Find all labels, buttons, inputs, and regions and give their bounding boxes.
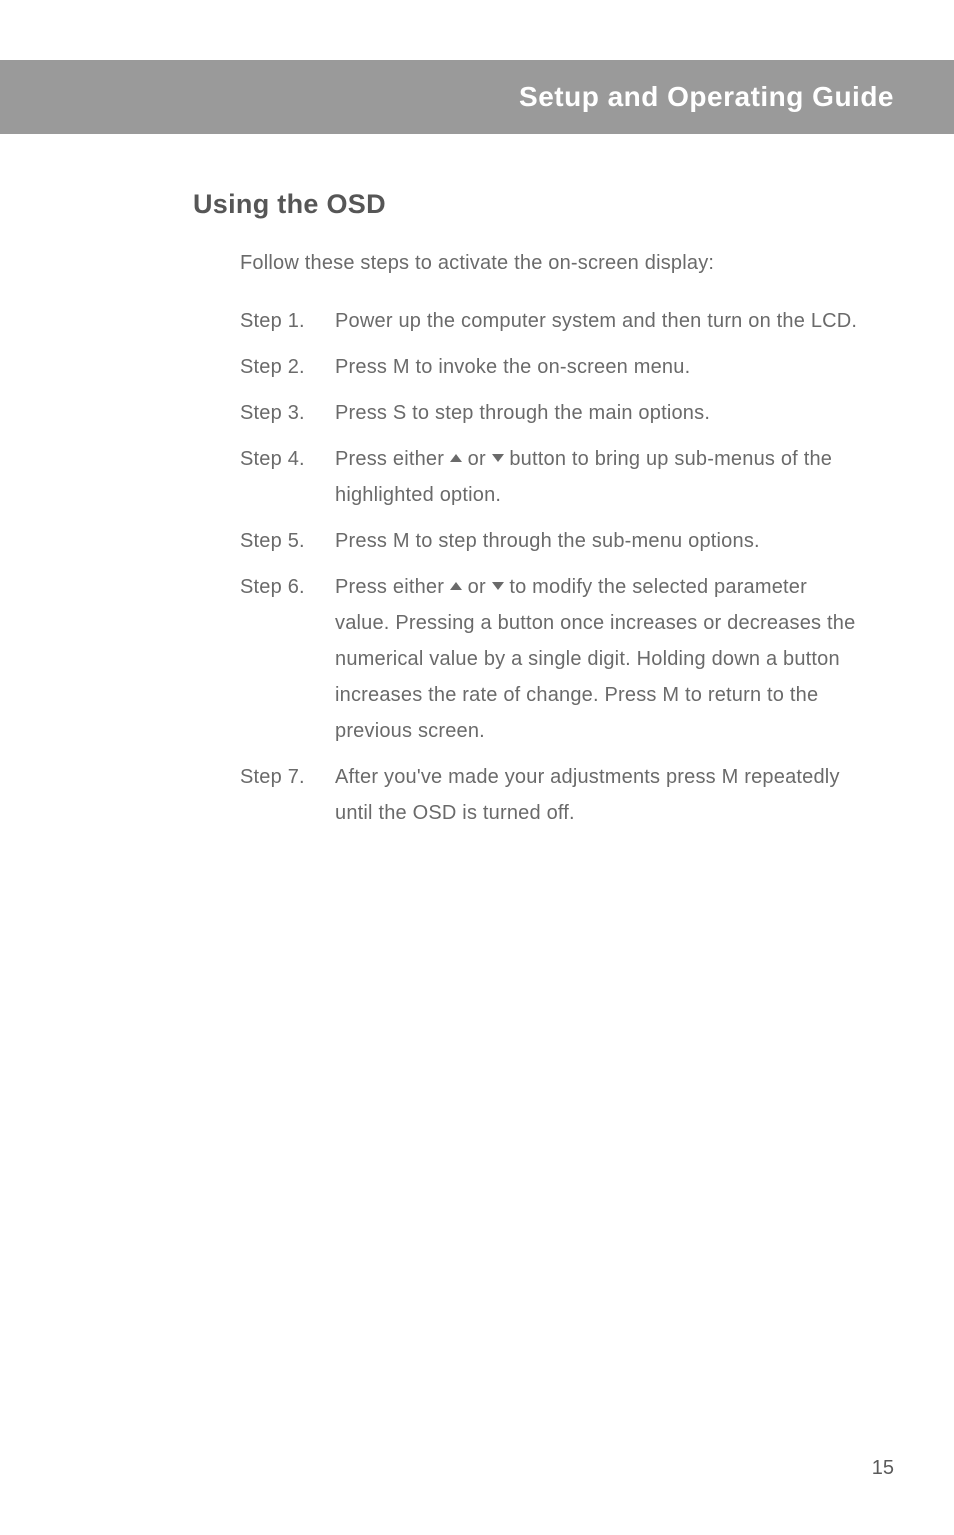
header-title: Setup and Operating Guide [519,81,894,113]
step-text-part: Press either [335,448,450,470]
step-label: Step 7. [240,759,335,795]
step-text: Press M to step through the sub-menu opt… [335,523,859,559]
step-text: Press S to step through the main options… [335,395,859,431]
step-text: Power up the computer system and then tu… [335,303,859,339]
step-row: Step 4. Press either or button to bring … [240,441,859,513]
step-text: Press either or to modify the selected p… [335,569,859,749]
step-text-part: or [462,576,492,598]
step-text: Press either or button to bring up sub-m… [335,441,859,513]
triangle-up-icon [450,582,462,590]
step-text: After you've made your adjustments press… [335,759,859,831]
intro-text: Follow these steps to activate the on-sc… [240,252,859,275]
step-label: Step 1. [240,303,335,339]
step-text-part: or [462,448,492,470]
triangle-up-icon [450,454,462,462]
content-area: Using the OSD Follow these steps to acti… [0,134,954,831]
step-row: Step 2. Press M to invoke the on-screen … [240,349,859,385]
step-row: Step 5. Press M to step through the sub-… [240,523,859,559]
page-number: 15 [872,1457,894,1480]
triangle-down-icon [492,582,504,590]
step-text-part: Press either [335,576,450,598]
step-label: Step 2. [240,349,335,385]
step-text-part: to modify the selected parameter value. … [335,576,855,742]
step-label: Step 6. [240,569,335,605]
triangle-down-icon [492,454,504,462]
step-row: Step 3. Press S to step through the main… [240,395,859,431]
step-label: Step 5. [240,523,335,559]
steps-list: Step 1. Power up the computer system and… [240,303,859,831]
step-label: Step 3. [240,395,335,431]
header-band: Setup and Operating Guide [0,60,954,134]
step-label: Step 4. [240,441,335,477]
step-row: Step 7. After you've made your adjustmen… [240,759,859,831]
section-title: Using the OSD [193,189,859,220]
step-row: Step 1. Power up the computer system and… [240,303,859,339]
step-row: Step 6. Press either or to modify the se… [240,569,859,749]
step-text: Press M to invoke the on-screen menu. [335,349,859,385]
